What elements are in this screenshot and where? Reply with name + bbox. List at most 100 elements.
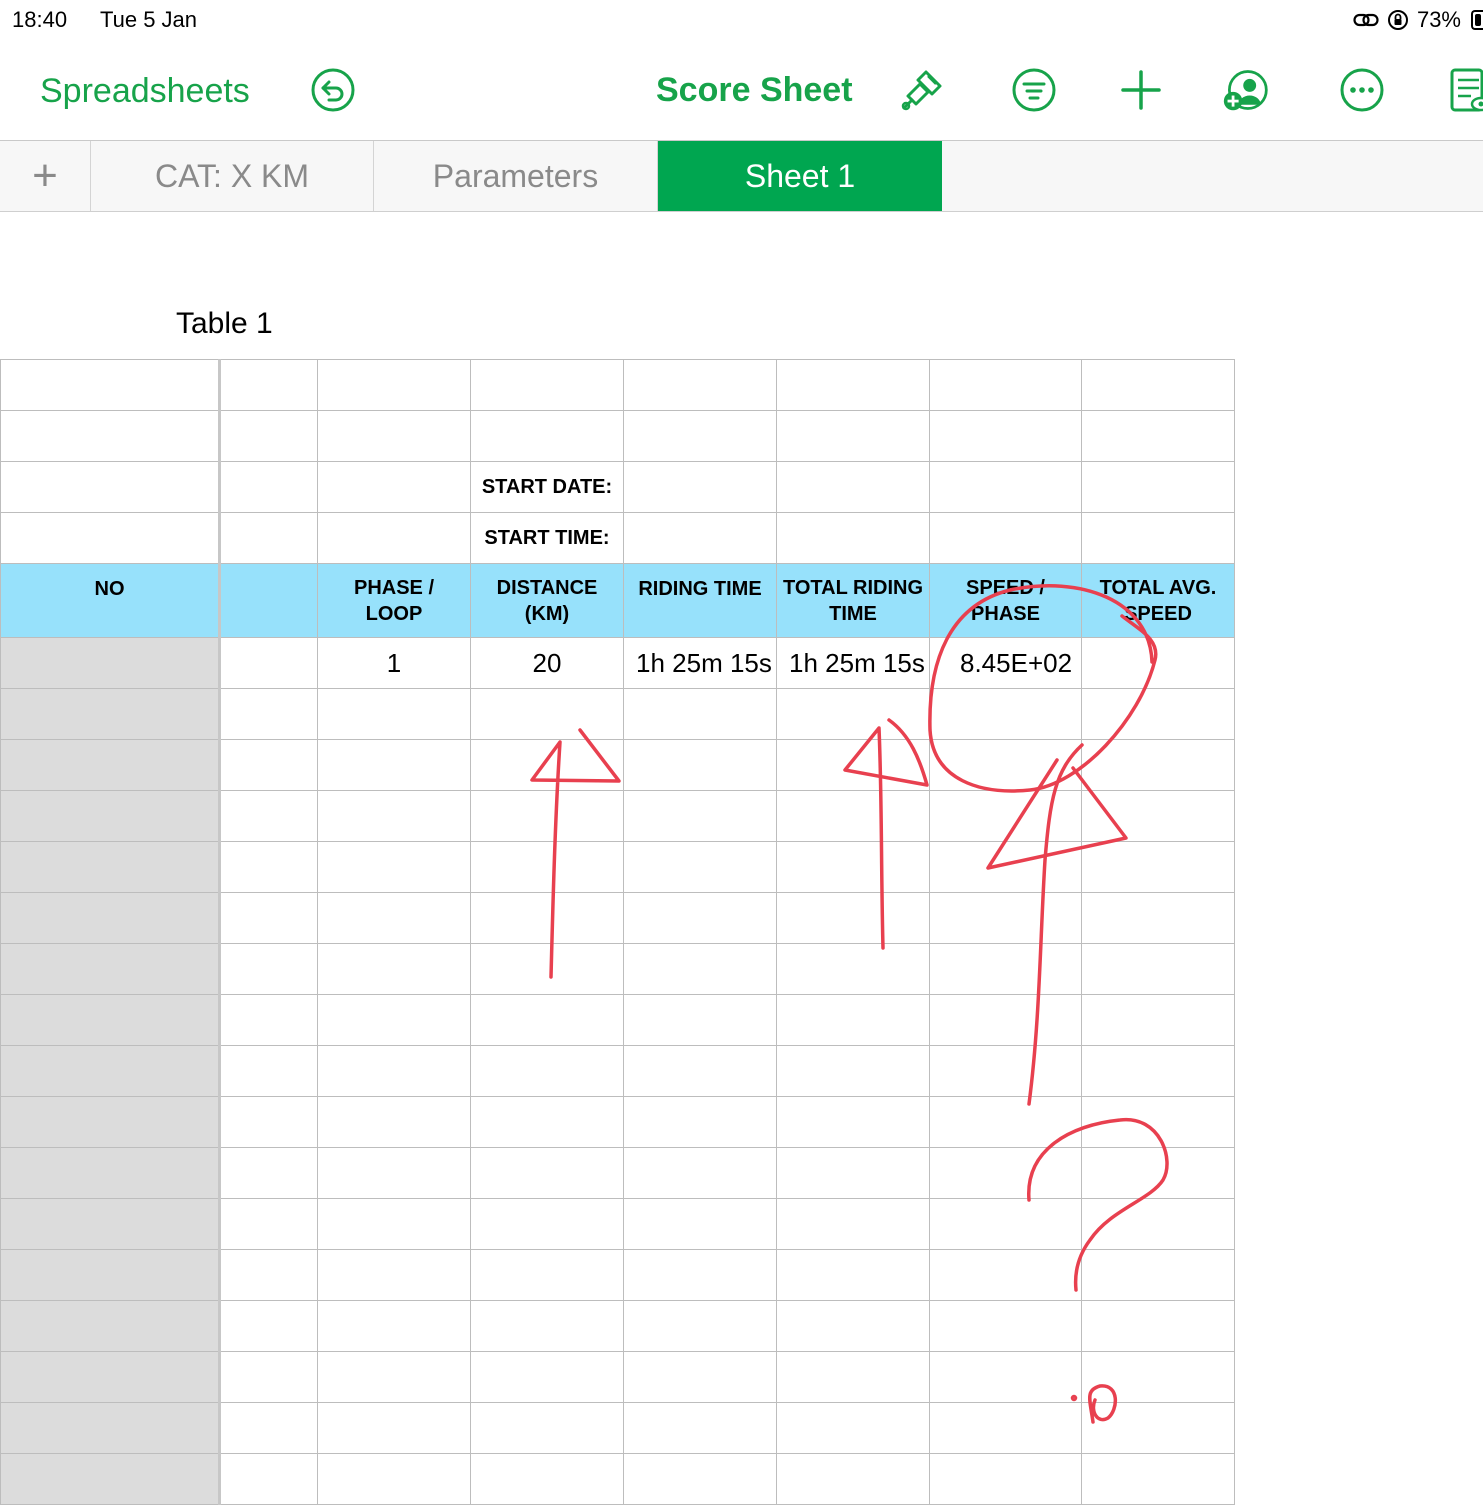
table-cell[interactable] — [777, 995, 930, 1046]
table-cell[interactable] — [1, 689, 220, 740]
table-cell[interactable] — [1, 1097, 220, 1148]
table-cell[interactable] — [1082, 1097, 1235, 1148]
table-cell[interactable] — [318, 1148, 471, 1199]
header-total-avg-speed[interactable]: TOTAL AVG. SPEED — [1082, 564, 1235, 638]
table-cell[interactable] — [1082, 791, 1235, 842]
table-cell[interactable] — [1082, 1301, 1235, 1352]
table-cell[interactable] — [1082, 462, 1235, 513]
table-cell[interactable] — [220, 791, 318, 842]
tab-parameters[interactable]: Parameters — [374, 141, 658, 211]
table-cell[interactable] — [930, 513, 1082, 564]
table-cell[interactable] — [1082, 1148, 1235, 1199]
header-distance[interactable]: DISTANCE (KM) — [471, 564, 624, 638]
table-cell[interactable] — [471, 842, 624, 893]
table-cell[interactable] — [318, 944, 471, 995]
table-cell[interactable] — [624, 1352, 777, 1403]
table-cell[interactable] — [318, 689, 471, 740]
table-cell[interactable] — [777, 411, 930, 462]
table-cell[interactable] — [1, 411, 220, 462]
table-cell[interactable] — [471, 1148, 624, 1199]
table-cell[interactable] — [624, 1199, 777, 1250]
table-cell[interactable] — [930, 1454, 1082, 1505]
table-cell[interactable] — [1, 513, 220, 564]
table-cell[interactable] — [1082, 893, 1235, 944]
start-date-label[interactable]: START DATE: — [471, 462, 624, 513]
table-cell[interactable] — [220, 1454, 318, 1505]
table-cell[interactable] — [624, 791, 777, 842]
table-cell[interactable] — [318, 1097, 471, 1148]
table-cell[interactable] — [1082, 740, 1235, 791]
table-cell[interactable] — [1, 995, 220, 1046]
phase-loop-cell[interactable]: 1 — [318, 638, 471, 689]
table-cell[interactable] — [318, 842, 471, 893]
table-cell[interactable] — [220, 1046, 318, 1097]
table-cell[interactable] — [1082, 842, 1235, 893]
table-cell[interactable] — [777, 462, 930, 513]
table-cell[interactable] — [1082, 1250, 1235, 1301]
table-cell[interactable] — [930, 791, 1082, 842]
table-cell[interactable] — [930, 1352, 1082, 1403]
table-cell[interactable] — [1082, 1046, 1235, 1097]
table-cell[interactable] — [220, 944, 318, 995]
more-icon[interactable] — [1338, 66, 1386, 114]
table-cell[interactable] — [220, 1097, 318, 1148]
table-cell[interactable] — [930, 1250, 1082, 1301]
table-cell[interactable] — [930, 944, 1082, 995]
table-cell[interactable] — [1082, 1199, 1235, 1250]
table-cell[interactable] — [1, 1454, 220, 1505]
table-cell[interactable] — [220, 1352, 318, 1403]
table-cell[interactable] — [1082, 1352, 1235, 1403]
table-cell[interactable] — [1082, 360, 1235, 411]
header-no[interactable]: NO — [1, 564, 220, 638]
table-cell[interactable] — [930, 360, 1082, 411]
table-cell[interactable] — [318, 1199, 471, 1250]
table-cell[interactable] — [624, 1403, 777, 1454]
table-cell[interactable] — [471, 1301, 624, 1352]
table-cell[interactable] — [220, 893, 318, 944]
start-time-label[interactable]: START TIME: — [471, 513, 624, 564]
table-cell[interactable] — [1, 1046, 220, 1097]
table-cell[interactable] — [1082, 944, 1235, 995]
table-cell[interactable] — [220, 513, 318, 564]
add-sheet-button[interactable]: + — [0, 141, 91, 211]
table-cell[interactable] — [777, 1046, 930, 1097]
organize-icon[interactable] — [1010, 66, 1058, 114]
table-cell[interactable] — [220, 689, 318, 740]
table-cell[interactable] — [930, 1301, 1082, 1352]
table-cell[interactable] — [318, 791, 471, 842]
table-cell[interactable] — [624, 893, 777, 944]
table-cell[interactable] — [777, 1250, 930, 1301]
table-cell[interactable] — [777, 689, 930, 740]
table-cell[interactable] — [1, 638, 220, 689]
collaborate-icon[interactable] — [1222, 66, 1270, 114]
table-cell[interactable] — [777, 893, 930, 944]
table-cell[interactable] — [1, 1301, 220, 1352]
table-cell[interactable] — [220, 411, 318, 462]
table-cell[interactable] — [930, 1097, 1082, 1148]
table-cell[interactable] — [1, 1250, 220, 1301]
table-cell[interactable] — [1, 462, 220, 513]
table-cell[interactable] — [624, 1046, 777, 1097]
table-cell[interactable] — [777, 842, 930, 893]
table-title[interactable]: Table 1 — [176, 307, 273, 341]
total-avg-speed-cell[interactable] — [1082, 638, 1235, 689]
table-cell[interactable] — [318, 1454, 471, 1505]
header-speed-phase[interactable]: SPEED / PHASE — [930, 564, 1082, 638]
table-cell[interactable] — [1082, 1403, 1235, 1454]
table-cell[interactable] — [318, 995, 471, 1046]
paintbrush-icon[interactable] — [898, 66, 946, 114]
table-cell[interactable] — [777, 1454, 930, 1505]
table-cell[interactable] — [471, 791, 624, 842]
table-cell[interactable] — [471, 1046, 624, 1097]
table-cell[interactable] — [624, 411, 777, 462]
table-cell[interactable] — [624, 689, 777, 740]
document-view-icon[interactable] — [1449, 66, 1483, 114]
table-cell[interactable] — [318, 1352, 471, 1403]
table-cell[interactable] — [220, 1199, 318, 1250]
document-title[interactable]: Score Sheet — [656, 71, 853, 110]
table-cell[interactable] — [220, 462, 318, 513]
table-cell[interactable] — [1, 360, 220, 411]
tab-sheet-1[interactable]: Sheet 1 — [658, 141, 942, 211]
table-cell[interactable] — [471, 893, 624, 944]
add-icon[interactable] — [1117, 66, 1165, 114]
